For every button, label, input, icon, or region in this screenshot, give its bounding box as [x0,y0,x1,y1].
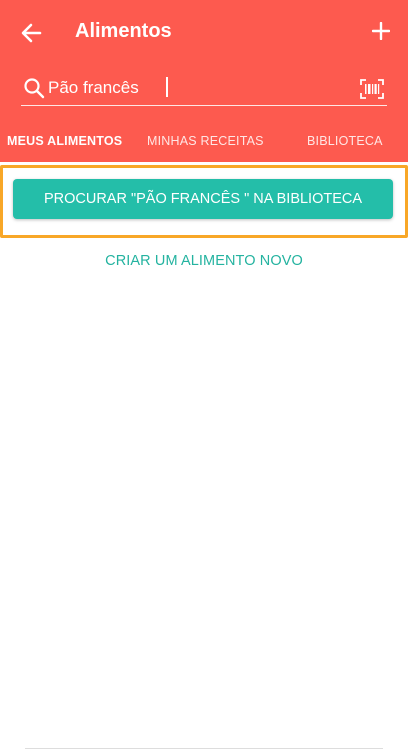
search-library-button[interactable]: PROCURAR "PÃO FRANCÊS " NA BIBLIOTECA [13,179,393,219]
create-food-link[interactable]: CRIAR UM ALIMENTO NOVO [0,253,408,269]
search-input[interactable] [48,75,348,101]
search-bar [21,72,387,106]
plus-icon [372,22,390,40]
barcode-scan-icon [360,79,384,99]
page-title: Alimentos [75,20,172,42]
text-cursor [166,77,168,97]
add-button[interactable] [366,16,396,46]
tab-minhas-receitas[interactable]: MINHAS RECEITAS [147,134,264,148]
search-icon [24,78,45,99]
tab-bar: MEUS ALIMENTOS MINHAS RECEITAS BIBLIOTEC… [0,124,408,162]
barcode-scan-button[interactable] [360,79,384,99]
tab-biblioteca[interactable]: BIBLIOTECA [307,134,383,148]
bottom-divider [25,748,383,749]
arrow-left-icon [21,23,42,43]
app-header: Alimentos MEUS ALIMENTOS MINHAS RECEITAS… [0,0,408,162]
tab-meus-alimentos[interactable]: MEUS ALIMENTOS [7,134,122,148]
back-button[interactable] [16,18,46,48]
